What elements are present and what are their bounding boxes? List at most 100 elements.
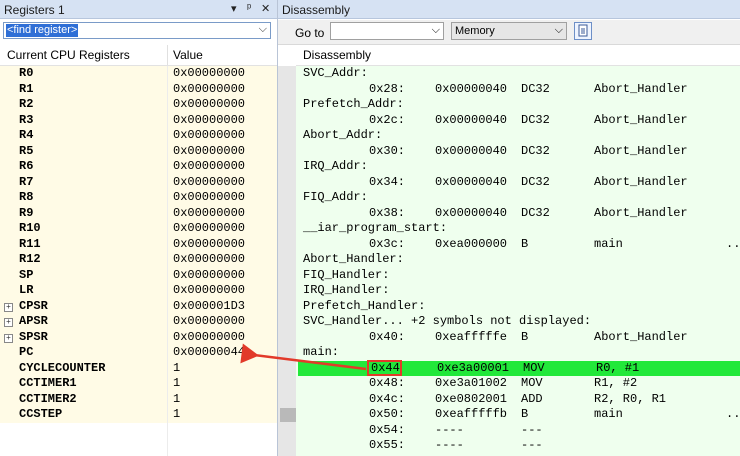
- disasm-label-line[interactable]: IRQ_Addr:: [296, 159, 740, 175]
- disasm-instruction-line[interactable]: 0x54: ---- ---: [296, 423, 740, 439]
- breakpoint-gutter[interactable]: [278, 66, 296, 456]
- register-row-r11[interactable]: R11 0x00000000: [0, 236, 277, 252]
- register-value[interactable]: 0x00000000: [168, 221, 277, 237]
- register-value[interactable]: 1: [168, 360, 277, 376]
- chevron-down-icon[interactable]: ⌵: [555, 24, 563, 37]
- register-value[interactable]: 0x00000000: [168, 128, 277, 144]
- register-row-cpsr[interactable]: + CPSR 0x000001D3: [0, 298, 277, 314]
- register-row-r7[interactable]: R7 0x00000000: [0, 174, 277, 190]
- register-row-r6[interactable]: R6 0x00000000: [0, 159, 277, 175]
- chevron-down-icon[interactable]: ⌵: [259, 23, 267, 36]
- disasm-instruction-line[interactable]: 0x55: ---- ---: [296, 438, 740, 454]
- register-row-ccstep[interactable]: CCSTEP 1: [0, 407, 277, 423]
- find-register-combobox[interactable]: <find register> ⌵: [3, 22, 271, 39]
- register-row-apsr[interactable]: + APSR 0x00000000: [0, 314, 277, 330]
- find-register-input[interactable]: <find register>: [6, 24, 79, 37]
- register-value[interactable]: 1: [168, 376, 277, 392]
- memory-select[interactable]: Memory ⌵: [451, 22, 567, 40]
- document-icon[interactable]: [574, 22, 592, 40]
- register-row-r3[interactable]: R3 0x00000000: [0, 112, 277, 128]
- column-header-registers[interactable]: Current CPU Registers: [7, 48, 130, 62]
- instruction-operands: main: [594, 236, 623, 251]
- expand-icon[interactable]: +: [4, 318, 13, 327]
- register-value[interactable]: 0x00000000: [168, 81, 277, 97]
- symbol-label: main:: [303, 345, 340, 359]
- disasm-instruction-line[interactable]: 0x4c: 0xe0802001 ADD R2, R0, R1: [296, 392, 740, 408]
- register-row-r10[interactable]: R10 0x00000000: [0, 221, 277, 237]
- disasm-label-line[interactable]: Abort_Handler:: [296, 252, 740, 268]
- register-value[interactable]: 0x00000000: [168, 329, 277, 345]
- register-value[interactable]: 0x00000000: [168, 283, 277, 299]
- disasm-label-line[interactable]: main:: [296, 345, 740, 361]
- disasm-label-line[interactable]: Prefetch_Handler:: [296, 299, 740, 315]
- register-row-r1[interactable]: R1 0x00000000: [0, 81, 277, 97]
- expand-icon[interactable]: +: [4, 302, 13, 312]
- register-value[interactable]: 0x00000000: [168, 190, 277, 206]
- close-icon[interactable]: ✕: [261, 2, 270, 15]
- disasm-instruction-line[interactable]: 0x28: 0x00000040 DC32 Abort_Handler: [296, 82, 740, 98]
- goto-input[interactable]: ⌵: [330, 22, 444, 40]
- register-name: CPSR: [19, 298, 48, 313]
- disasm-label-line[interactable]: SVC_Addr:: [296, 66, 740, 82]
- instruction-operands: Abort_Handler: [594, 143, 688, 158]
- register-name: R6: [19, 159, 34, 173]
- disasm-label-line[interactable]: Abort_Addr:: [296, 128, 740, 144]
- column-header-value[interactable]: Value: [173, 48, 203, 62]
- disasm-instruction-line[interactable]: 0x50: 0xeafffffb Bmain..: [296, 407, 740, 423]
- disasm-label-line[interactable]: FIQ_Handler:: [296, 268, 740, 284]
- register-value[interactable]: 0x00000000: [168, 205, 277, 221]
- register-row-r5[interactable]: R5 0x00000000: [0, 143, 277, 159]
- disasm-instruction-line[interactable]: 0x44 0xe3a00001 MOV R0, #1: [298, 359, 740, 376]
- register-name: CCSTEP: [19, 407, 63, 421]
- register-name: R12: [19, 252, 41, 266]
- disasm-label-line[interactable]: Prefetch_Addr:: [296, 97, 740, 113]
- register-value[interactable]: 0x00000000: [168, 236, 277, 252]
- instruction-mnemonic: DC32: [521, 112, 550, 127]
- register-row-lr[interactable]: LR 0x00000000: [0, 283, 277, 299]
- register-value[interactable]: 0x00000000: [168, 314, 277, 330]
- register-value[interactable]: 1: [168, 391, 277, 407]
- disasm-instruction-line[interactable]: 0x34: 0x00000040 DC32 Abort_Handler: [296, 175, 740, 191]
- register-value[interactable]: 0x00000000: [168, 97, 277, 113]
- register-value[interactable]: 0x00000000: [168, 174, 277, 190]
- disasm-label-line[interactable]: SVC_Handler... +2 symbols not displayed:: [296, 314, 740, 330]
- register-row-r2[interactable]: R2 0x00000000: [0, 97, 277, 113]
- expand-icon[interactable]: +: [4, 333, 13, 343]
- register-row-r4[interactable]: R4 0x00000000: [0, 128, 277, 144]
- register-value[interactable]: 0x00000044: [168, 345, 277, 361]
- disassembly-header-label: Disassembly: [303, 48, 372, 62]
- disasm-instruction-line[interactable]: 0x38: 0x00000040 DC32 Abort_Handler: [296, 206, 740, 222]
- panel-menu-icon[interactable]: ▾: [231, 2, 237, 15]
- register-value[interactable]: 0x00000000: [168, 267, 277, 283]
- disasm-instruction-line[interactable]: 0x3c: 0xea000000 Bmain..: [296, 237, 740, 253]
- disasm-instruction-line[interactable]: 0x40: 0xeafffffe B Abort_Handler: [296, 330, 740, 346]
- register-row-pc[interactable]: PC 0x00000044: [0, 345, 277, 361]
- register-value[interactable]: 0x000001D3: [168, 298, 277, 314]
- register-row-r0[interactable]: R0 0x00000000: [0, 66, 277, 82]
- disasm-instruction-line[interactable]: 0x48: 0xe3a01002 MOV R1, #2: [296, 376, 740, 392]
- disasm-label-line[interactable]: FIQ_Addr:: [296, 190, 740, 206]
- register-value[interactable]: 1: [168, 407, 277, 423]
- register-row-r9[interactable]: R9 0x00000000: [0, 205, 277, 221]
- disasm-instruction-line[interactable]: 0x30: 0x00000040 DC32 Abort_Handler: [296, 144, 740, 160]
- register-row-cctimer2[interactable]: CCTIMER2 1: [0, 391, 277, 407]
- register-row-r8[interactable]: R8 0x00000000: [0, 190, 277, 206]
- register-value[interactable]: 0x00000000: [168, 66, 277, 82]
- register-row-spsr[interactable]: + SPSR 0x00000000: [0, 329, 277, 345]
- disasm-label-line[interactable]: __iar_program_start:: [296, 221, 740, 237]
- instruction-mnemonic: B: [521, 329, 529, 344]
- register-row-cctimer1[interactable]: CCTIMER1 1: [0, 376, 277, 392]
- register-row-sp[interactable]: SP 0x00000000: [0, 267, 277, 283]
- chevron-down-icon[interactable]: ⌵: [432, 24, 440, 37]
- register-row-r12[interactable]: R12 0x00000000: [0, 252, 277, 268]
- register-row-cyclecounter[interactable]: CYCLECOUNTER 1: [0, 360, 277, 376]
- pin-icon[interactable]: ᵖ: [247, 2, 251, 14]
- register-value[interactable]: 0x00000000: [168, 252, 277, 268]
- register-value[interactable]: 0x00000000: [168, 159, 277, 175]
- symbol-label: Prefetch_Addr:: [303, 97, 404, 111]
- disassembly-listing[interactable]: SVC_Addr: 0x28: 0x00000040 DC32 Abort_Handle…: [296, 66, 740, 456]
- register-value[interactable]: 0x00000000: [168, 143, 277, 159]
- disasm-label-line[interactable]: IRQ_Handler:: [296, 283, 740, 299]
- disasm-instruction-line[interactable]: 0x2c: 0x00000040 DC32 Abort_Handler: [296, 113, 740, 129]
- register-value[interactable]: 0x00000000: [168, 112, 277, 128]
